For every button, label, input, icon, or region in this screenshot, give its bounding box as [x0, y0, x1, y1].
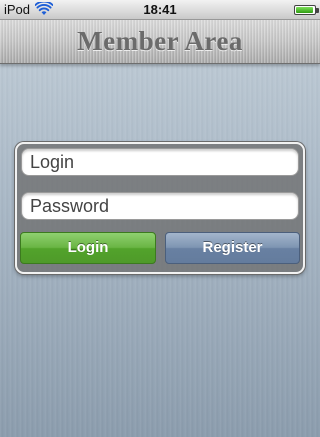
- status-time: 18:41: [143, 2, 177, 17]
- login-field-wrapper: [21, 148, 299, 176]
- password-field-wrapper: [21, 192, 299, 220]
- battery-fill: [296, 7, 314, 13]
- battery-tip: [316, 8, 319, 13]
- app-screen: iPod 18:41 Member Area Login Register: [0, 0, 320, 437]
- page-title: Member Area: [77, 26, 243, 56]
- status-bar: iPod 18:41: [0, 0, 320, 20]
- login-panel: Login Register: [15, 142, 305, 274]
- login-button[interactable]: Login: [20, 232, 156, 264]
- navigation-header: Member Area: [0, 20, 320, 64]
- password-input[interactable]: [22, 193, 298, 219]
- login-input[interactable]: [22, 149, 298, 175]
- register-button[interactable]: Register: [165, 232, 300, 264]
- battery-icon: [294, 5, 316, 15]
